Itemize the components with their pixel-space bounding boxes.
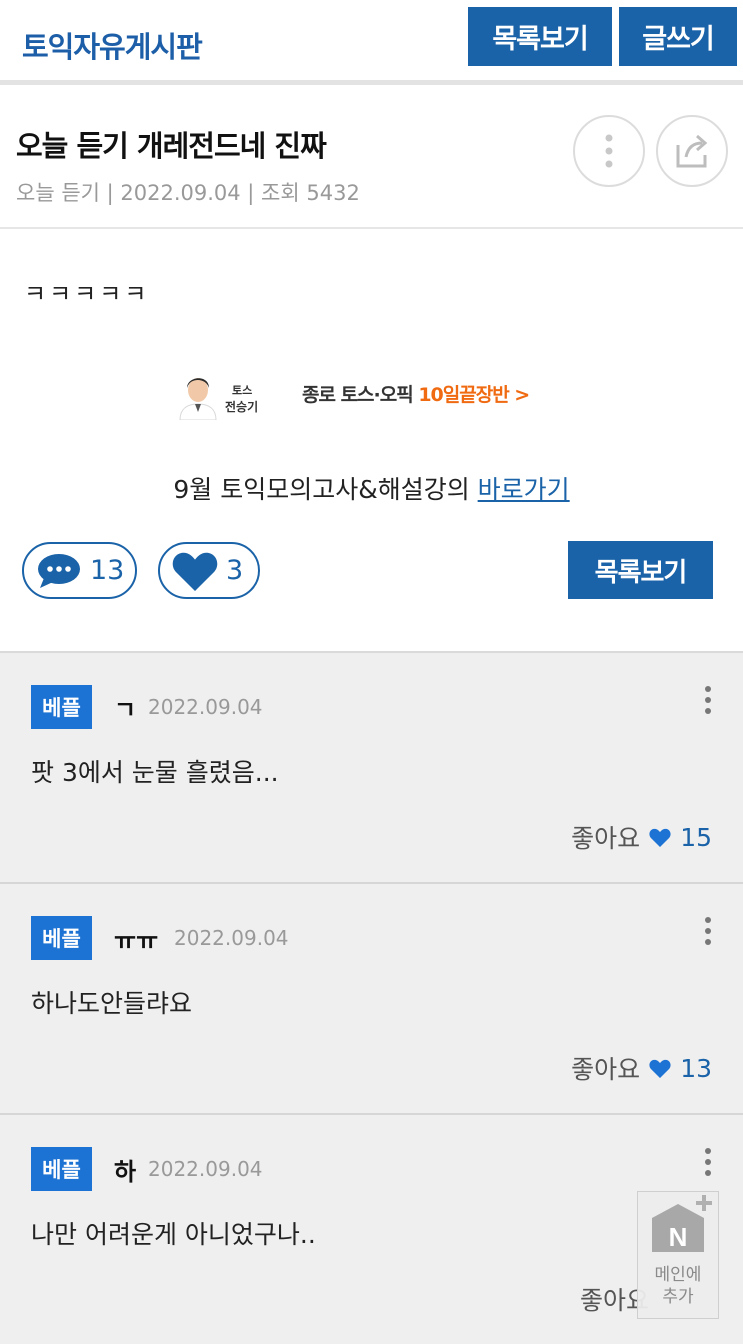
ad-banner[interactable]: 토스 전승기 종로 토스·오픽 10일끝장반 > [178,364,558,424]
ad-instructor-name: 전승기 [225,400,259,414]
ad-text-main: 종로 토스·오픽 [302,384,419,406]
like-label: 좋아요 [571,1055,641,1084]
comment-text: 하나도안들랴요 [31,989,193,1018]
post-title: 오늘 듣기 개레전드네 진짜 [16,129,327,163]
ad-text: 종로 토스·오픽 10일끝장반 > [302,380,530,407]
more-vertical-icon[interactable] [700,1147,716,1177]
best-badge: 베플 [31,916,92,960]
ad-brand-label: 토스 [232,384,253,397]
comment-date: 2022.09.04 [148,1157,263,1181]
write-button[interactable]: 글쓰기 [619,7,737,66]
heart-icon [649,828,671,847]
like-count: 3 [226,555,244,586]
like-count: 15 [680,822,712,852]
more-vertical-icon[interactable] [700,916,716,946]
comment-date: 2022.09.04 [174,926,289,950]
comment-item: 베플 하 2022.09.04 나만 어려운게 아니었구나.. 좋아요 [0,1115,743,1344]
post-more-button[interactable] [573,115,645,187]
share-button[interactable] [656,115,728,187]
post-header: 오늘 듣기 개레전드네 진짜 오늘 듣기 | 2022.09.04 | 조회 5… [0,85,743,228]
best-badge: 베플 [31,685,92,729]
top-header: 토익자유게시판 목록보기 글쓰기 [0,0,743,80]
heart-icon [172,551,218,591]
more-vertical-icon[interactable] [700,685,716,715]
promo-link[interactable]: 바로가기 [478,475,570,504]
board-title[interactable]: 토익자유게시판 [22,24,203,66]
comments-section: 베플 ㄱ 2022.09.04 팟 3에서 눈물 흘렸음... 좋아요 15 베… [0,651,743,1344]
comment-like-button[interactable]: 좋아요 15 [571,819,712,855]
comment-count: 13 [90,555,125,586]
add-to-main-label: 메인에 추가 [638,1264,718,1308]
like-button[interactable]: 3 [158,542,260,599]
add-to-main-label-line2: 추가 [662,1287,694,1307]
add-to-main-button[interactable]: N 메인에 추가 [637,1191,719,1319]
instructor-photo [179,378,217,420]
comment-text: 팟 3에서 눈물 흘렸음... [31,758,279,787]
speech-bubble-icon [36,553,82,589]
best-badge: 베플 [31,1147,92,1191]
comment-item: 베플 ㄱ 2022.09.04 팟 3에서 눈물 흘렸음... 좋아요 15 [0,653,743,884]
more-vertical-icon [605,134,613,168]
comment-author: ㄱ [114,696,137,724]
list-view-button[interactable]: 목록보기 [468,7,612,66]
comment-date: 2022.09.04 [148,695,263,719]
comment-text: 나만 어려운게 아니었구나.. [31,1220,316,1249]
share-icon [676,134,708,168]
post-separator [0,227,743,229]
post-meta: 오늘 듣기 | 2022.09.04 | 조회 5432 [16,181,360,205]
comment-like-button[interactable]: 좋아요 13 [571,1050,712,1086]
promo-line: 9월 토익모의고사&해설강의 바로가기 [0,470,743,506]
comment-count-button[interactable]: 13 [22,542,137,599]
promo-text: 9월 토익모의고사&해설강의 [173,475,478,504]
comment-author: 하 [114,1158,137,1186]
naver-n-plus-icon: N [652,1195,712,1252]
like-count: 13 [680,1053,712,1083]
post-body: ㅋㅋㅋㅋㅋ [24,280,150,308]
add-to-main-label-line1: 메인에 [654,1265,702,1285]
comment-item: 베플 ㅠㅠ 2022.09.04 하나도안들랴요 좋아요 13 [0,884,743,1115]
like-label: 좋아요 [571,824,641,853]
comment-author: ㅠㅠ [114,927,159,955]
ad-highlight: 10일끝장반 > [418,384,530,406]
icon-letter: N [669,1222,688,1252]
list-view-button-bottom[interactable]: 목록보기 [568,541,713,599]
heart-icon [649,1059,671,1078]
